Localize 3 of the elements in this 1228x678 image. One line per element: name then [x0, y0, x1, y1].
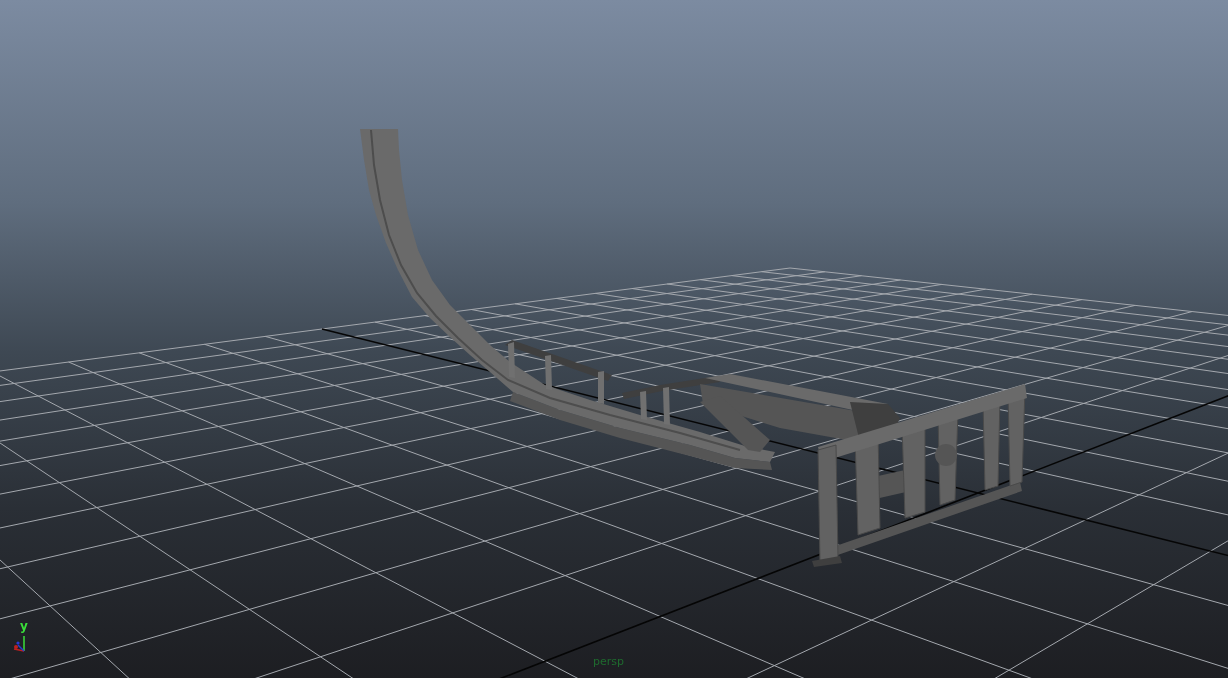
axis-gizmo-icon [12, 634, 28, 654]
axis-label: y [20, 620, 28, 633]
camera-label: persp [593, 655, 624, 668]
